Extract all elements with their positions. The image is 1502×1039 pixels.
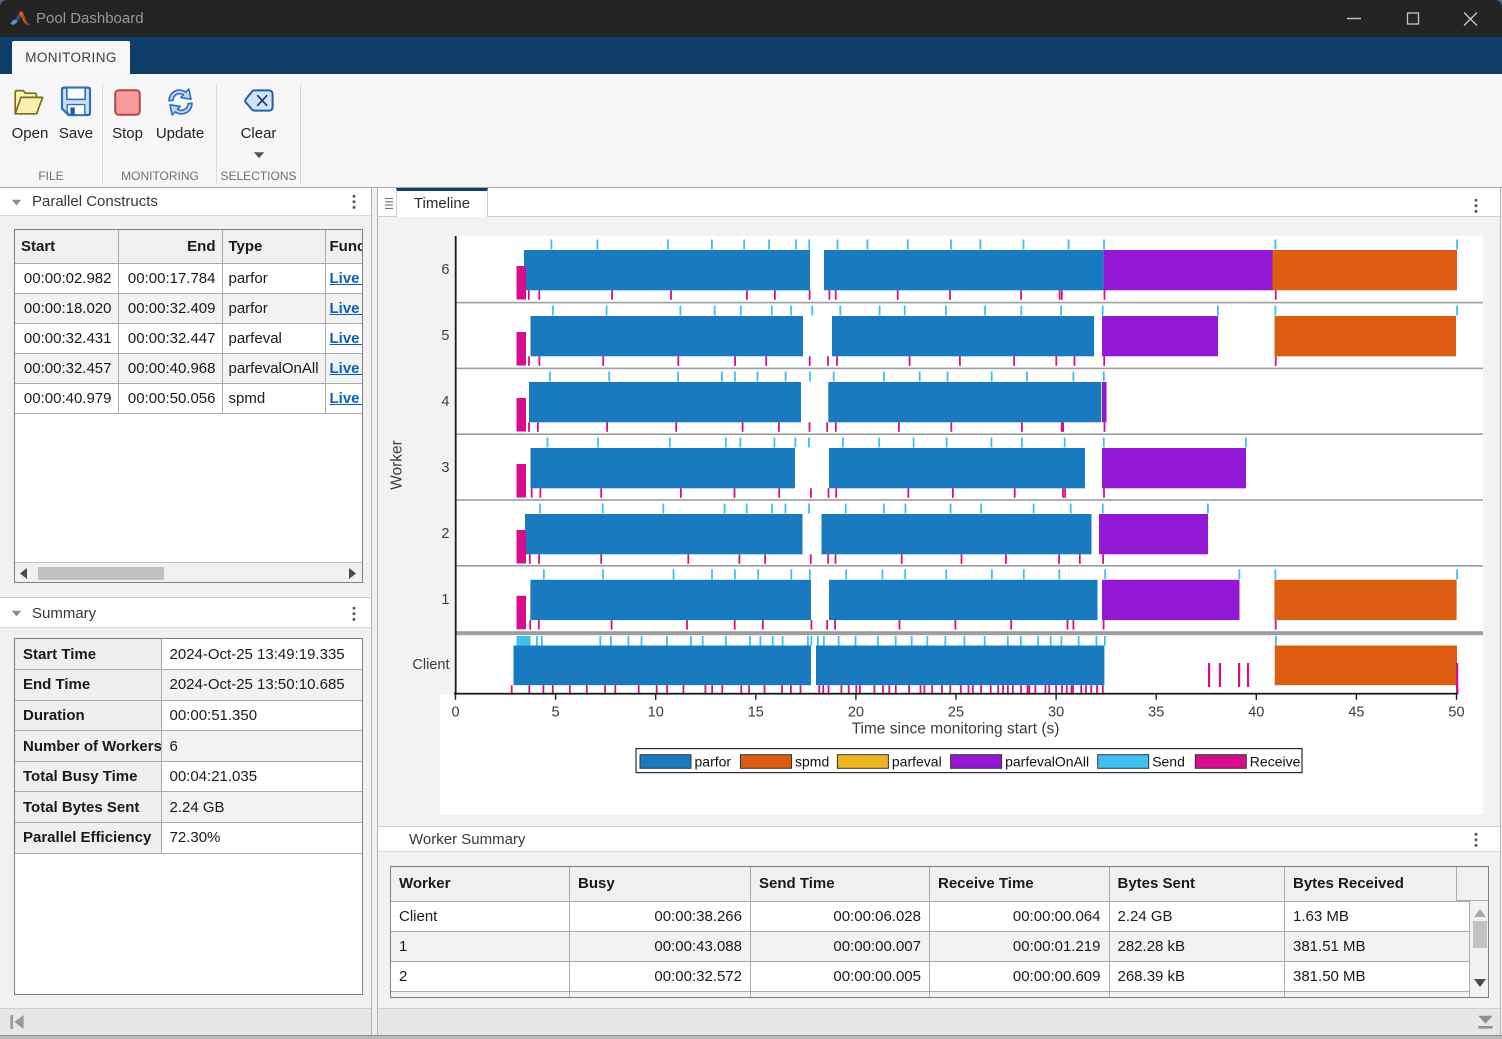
svg-text:2: 2 — [441, 526, 449, 542]
svg-text:spmd: spmd — [795, 753, 829, 769]
svg-text:45: 45 — [1348, 705, 1364, 721]
svg-text:50: 50 — [1448, 705, 1464, 721]
svg-text:Time since monitoring start (s: Time since monitoring start (s) — [852, 721, 1060, 738]
svg-text:1: 1 — [441, 592, 449, 608]
svg-text:Send: Send — [1152, 753, 1185, 769]
svg-text:20: 20 — [848, 705, 864, 721]
svg-text:3: 3 — [441, 460, 449, 476]
svg-text:25: 25 — [948, 705, 964, 721]
svg-text:4: 4 — [441, 394, 449, 410]
svg-text:0: 0 — [451, 705, 459, 721]
svg-text:15: 15 — [748, 705, 764, 721]
svg-text:5: 5 — [441, 328, 449, 344]
svg-text:6: 6 — [441, 262, 449, 278]
svg-text:10: 10 — [648, 705, 664, 721]
svg-text:Receive: Receive — [1250, 753, 1301, 769]
svg-text:35: 35 — [1148, 705, 1164, 721]
svg-text:40: 40 — [1248, 705, 1264, 721]
svg-text:Client: Client — [412, 657, 449, 673]
svg-text:parfor: parfor — [695, 753, 732, 769]
svg-text:parfevalOnAll: parfevalOnAll — [1005, 753, 1089, 769]
svg-text:5: 5 — [552, 705, 560, 721]
svg-text:parfeval: parfeval — [892, 753, 942, 769]
svg-text:Worker: Worker — [389, 440, 406, 490]
svg-text:30: 30 — [1048, 705, 1064, 721]
